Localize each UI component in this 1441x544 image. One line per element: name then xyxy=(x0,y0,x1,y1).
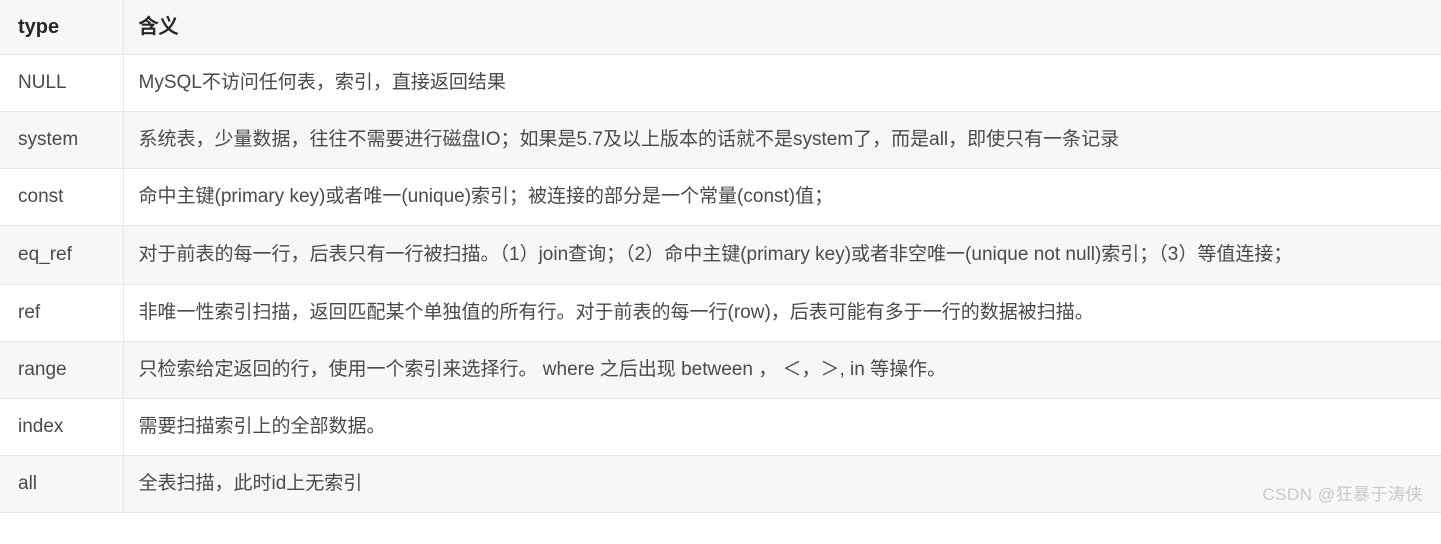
table-row: ref 非唯一性索引扫描，返回匹配某个单独值的所有行。对于前表的每一行(row)… xyxy=(0,284,1441,342)
table-row: const 命中主键(primary key)或者唯一(unique)索引；被连… xyxy=(0,168,1441,226)
table-row: all 全表扫描，此时id上无索引 xyxy=(0,455,1441,513)
cell-type-null: NULL xyxy=(0,54,124,112)
table-row: index 需要扫描索引上的全部数据。 xyxy=(0,398,1441,456)
cell-desc-range: 只检索给定返回的行，使用一个索引来选择行。 where 之后出现 between… xyxy=(123,341,1441,399)
cell-type-index: index xyxy=(0,398,124,456)
cell-type-range: range xyxy=(0,341,124,399)
cell-desc-ref: 非唯一性索引扫描，返回匹配某个单独值的所有行。对于前表的每一行(row)，后表可… xyxy=(123,284,1441,342)
table-header: type 含义 xyxy=(0,0,1441,55)
table-row: system 系统表，少量数据，往往不需要进行磁盘IO；如果是5.7及以上版本的… xyxy=(0,111,1441,169)
cell-desc-index: 需要扫描索引上的全部数据。 xyxy=(123,398,1441,456)
cell-type-const: const xyxy=(0,168,124,226)
explain-type-table-container: type 含义 NULL MySQL不访问任何表，索引，直接返回结果 syste… xyxy=(0,0,1441,513)
table-row: NULL MySQL不访问任何表，索引，直接返回结果 xyxy=(0,54,1441,112)
cell-desc-null: MySQL不访问任何表，索引，直接返回结果 xyxy=(123,54,1441,112)
cell-type-ref: ref xyxy=(0,284,124,342)
cell-type-system: system xyxy=(0,111,124,169)
explain-type-table: type 含义 NULL MySQL不访问任何表，索引，直接返回结果 syste… xyxy=(0,0,1441,513)
table-row: range 只检索给定返回的行，使用一个索引来选择行。 where 之后出现 b… xyxy=(0,341,1441,399)
column-header-meaning: 含义 xyxy=(123,0,1441,55)
column-header-type: type xyxy=(0,0,124,55)
table-header-row: type 含义 xyxy=(0,0,1441,55)
table-body: NULL MySQL不访问任何表，索引，直接返回结果 system 系统表，少量… xyxy=(0,54,1441,513)
cell-desc-const: 命中主键(primary key)或者唯一(unique)索引；被连接的部分是一… xyxy=(123,168,1441,226)
cell-type-all: all xyxy=(0,455,124,513)
cell-desc-eq-ref: 对于前表的每一行，后表只有一行被扫描。（1）join查询；（2）命中主键(pri… xyxy=(123,225,1441,285)
cell-desc-all: 全表扫描，此时id上无索引 xyxy=(123,455,1441,513)
table-row: eq_ref 对于前表的每一行，后表只有一行被扫描。（1）join查询；（2）命… xyxy=(0,225,1441,285)
cell-desc-system: 系统表，少量数据，往往不需要进行磁盘IO；如果是5.7及以上版本的话就不是sys… xyxy=(123,111,1441,169)
cell-type-eq-ref: eq_ref xyxy=(0,225,124,285)
